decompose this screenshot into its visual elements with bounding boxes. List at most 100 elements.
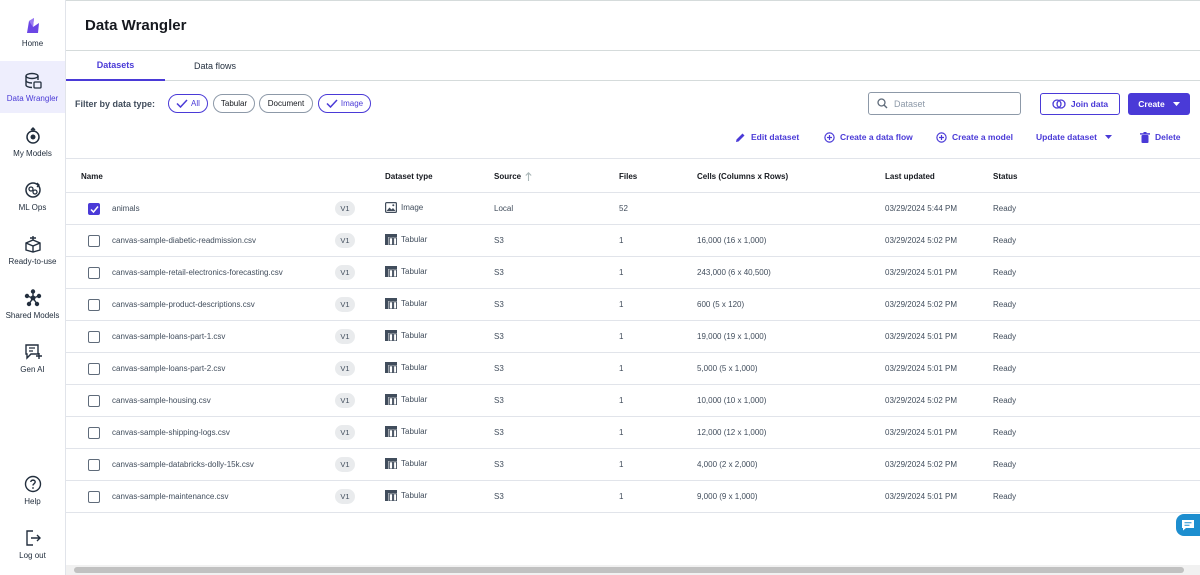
sidebar-item-label: Home	[21, 38, 44, 48]
join-data-button[interactable]: Join data	[1040, 93, 1120, 115]
table-icon	[385, 298, 397, 309]
row-checkbox[interactable]	[88, 363, 100, 375]
action-label: Delete	[1155, 132, 1181, 142]
sidebar-item-label: ML Ops	[18, 202, 47, 212]
filter-chip-image[interactable]: Image	[318, 94, 371, 113]
tab-datasets[interactable]: Datasets	[66, 51, 165, 81]
sidebar-item-my-models[interactable]: My Models	[0, 116, 65, 168]
sidebar-item-label: Data Wrangler	[6, 93, 59, 103]
sidebar-item-shared-models[interactable]: Shared Models	[0, 278, 65, 330]
sidebar-item-data-wrangler[interactable]: Data Wrangler	[0, 61, 65, 113]
source-cell: S3	[494, 460, 504, 469]
edit-dataset-action[interactable]: Edit dataset	[735, 131, 799, 143]
sidebar-item-gen-ai[interactable]: Gen AI	[0, 332, 65, 384]
filter-chip-document[interactable]: Document	[259, 94, 313, 113]
table-row[interactable]: canvas-sample-loans-part-2.csv V1 Tabular S…	[66, 353, 1200, 385]
pencil-icon	[736, 133, 745, 142]
chat-icon	[1182, 520, 1194, 531]
row-checkbox[interactable]	[88, 299, 100, 311]
filter-chip-all[interactable]: All	[168, 94, 208, 113]
update-dataset-dropdown[interactable]: Update dataset	[1036, 131, 1112, 143]
tab-data-flows[interactable]: Data flows	[165, 51, 265, 81]
last-updated-cell: 03/29/2024 5:02 PM	[885, 236, 958, 245]
cells-cell: 600 (5 x 120)	[697, 300, 745, 309]
create-model-action[interactable]: Create a model	[936, 131, 1013, 143]
version-badge: V1	[335, 297, 355, 312]
table-row[interactable]: canvas-sample-databricks-dolly-15k.csv V1…	[66, 449, 1200, 481]
chat-button[interactable]	[1176, 514, 1200, 536]
plus-circle-icon	[936, 131, 947, 143]
cells-cell: 16,000 (16 x 1,000)	[697, 236, 767, 245]
filter-label: Filter by data type:	[75, 99, 156, 109]
dataset-name[interactable]: canvas-sample-shipping-logs.csv	[112, 428, 230, 437]
files-cell: 1	[619, 268, 624, 277]
table-row[interactable]: canvas-sample-housing.csv V1 Tabular S3 1 10,…	[66, 385, 1200, 417]
delete-action[interactable]: Delete	[1140, 131, 1181, 143]
table-icon	[385, 330, 397, 341]
sidebar-item-label: Ready-to-use	[8, 256, 57, 266]
sidebar-item-log-out[interactable]: Log out	[0, 518, 65, 570]
dataset-name[interactable]: animals	[112, 204, 140, 213]
source-cell: S3	[494, 492, 504, 501]
sidebar-item-home[interactable]: Home	[0, 6, 65, 58]
last-updated-cell: 03/29/2024 5:01 PM	[885, 268, 958, 277]
dataset-name[interactable]: canvas-sample-diabetic-readmission.csv	[112, 236, 256, 245]
dataset-name[interactable]: canvas-sample-product-descriptions.csv	[112, 300, 255, 309]
table-row[interactable]: canvas-sample-diabetic-readmission.csv V1…	[66, 225, 1200, 257]
dataset-type-cell: Tabular	[385, 298, 427, 309]
dataset-type-label: Tabular	[401, 267, 428, 276]
last-updated-cell: 03/29/2024 5:01 PM	[885, 428, 958, 437]
column-header-label: Source	[494, 172, 522, 181]
dataset-name[interactable]: canvas-sample-housing.csv	[112, 396, 211, 405]
help-icon	[24, 475, 41, 492]
create-button[interactable]: Create	[1128, 93, 1190, 115]
dataset-name[interactable]: canvas-sample-retail-electronics-forecas…	[112, 268, 283, 277]
column-header-status[interactable]: Status	[993, 172, 1017, 181]
table-row[interactable]: canvas-sample-retail-electronics-forecas…	[66, 257, 1200, 289]
ml-ops-icon	[24, 181, 41, 198]
table-icon	[385, 234, 397, 245]
column-header-files[interactable]: Files	[619, 172, 637, 181]
dataset-name[interactable]: canvas-sample-maintenance.csv	[112, 492, 229, 501]
table-row[interactable]: canvas-sample-loans-part-1.csv V1 Tabular S…	[66, 321, 1200, 353]
sidebar-item-label: Help	[24, 496, 41, 506]
row-checkbox[interactable]	[88, 491, 100, 503]
table-row[interactable]: canvas-sample-maintenance.csv V1 Tabular S3…	[66, 481, 1200, 513]
row-checkbox[interactable]	[88, 427, 100, 439]
column-header-last-updated[interactable]: Last updated	[885, 172, 935, 181]
row-checkbox[interactable]	[88, 331, 100, 343]
row-checkbox[interactable]	[88, 395, 100, 407]
create-data-flow-action[interactable]: Create a data flow	[824, 131, 913, 143]
column-header-name[interactable]: Name	[81, 172, 103, 181]
sidebar-item-ml-ops[interactable]: ML Ops	[0, 170, 65, 222]
search-input[interactable]	[894, 98, 1004, 109]
scrollbar-thumb[interactable]	[74, 567, 1184, 573]
table-row[interactable]: canvas-sample-product-descriptions.csv V1…	[66, 289, 1200, 321]
files-cell: 1	[619, 300, 624, 309]
row-checkbox[interactable]	[88, 459, 100, 471]
column-header-cells[interactable]: Cells (Columns x Rows)	[697, 172, 788, 181]
table-row[interactable]: canvas-sample-shipping-logs.csv V1 Tabular…	[66, 417, 1200, 449]
sidebar-item-ready-to-use[interactable]: Ready-to-use	[0, 224, 65, 276]
dataset-name[interactable]: canvas-sample-databricks-dolly-15k.csv	[112, 460, 254, 469]
sidebar-item-help[interactable]: Help	[0, 464, 65, 516]
column-header-source[interactable]: Source	[494, 172, 532, 181]
last-updated-cell: 03/29/2024 5:02 PM	[885, 396, 958, 405]
row-checkbox[interactable]	[88, 235, 100, 247]
check-icon	[89, 205, 99, 213]
dataset-name[interactable]: canvas-sample-loans-part-2.csv	[112, 364, 225, 373]
dataset-name[interactable]: canvas-sample-loans-part-1.csv	[112, 332, 225, 341]
table-row[interactable]: animals V1 Image Local 52 03/29/2024 5:44 PM R…	[66, 193, 1200, 225]
dataset-type-cell: Tabular	[385, 458, 427, 469]
source-cell: S3	[494, 396, 504, 405]
row-checkbox[interactable]	[88, 267, 100, 279]
row-checkbox[interactable]	[88, 203, 100, 215]
chip-label: All	[191, 99, 200, 108]
column-header-dataset-type[interactable]: Dataset type	[385, 172, 433, 181]
files-cell: 52	[619, 204, 628, 213]
filter-chip-tabular[interactable]: Tabular	[213, 94, 255, 113]
horizontal-scrollbar[interactable]	[66, 565, 1200, 575]
status-cell: Ready	[993, 364, 1017, 373]
status-cell: Ready	[993, 428, 1017, 437]
source-cell: S3	[494, 300, 504, 309]
